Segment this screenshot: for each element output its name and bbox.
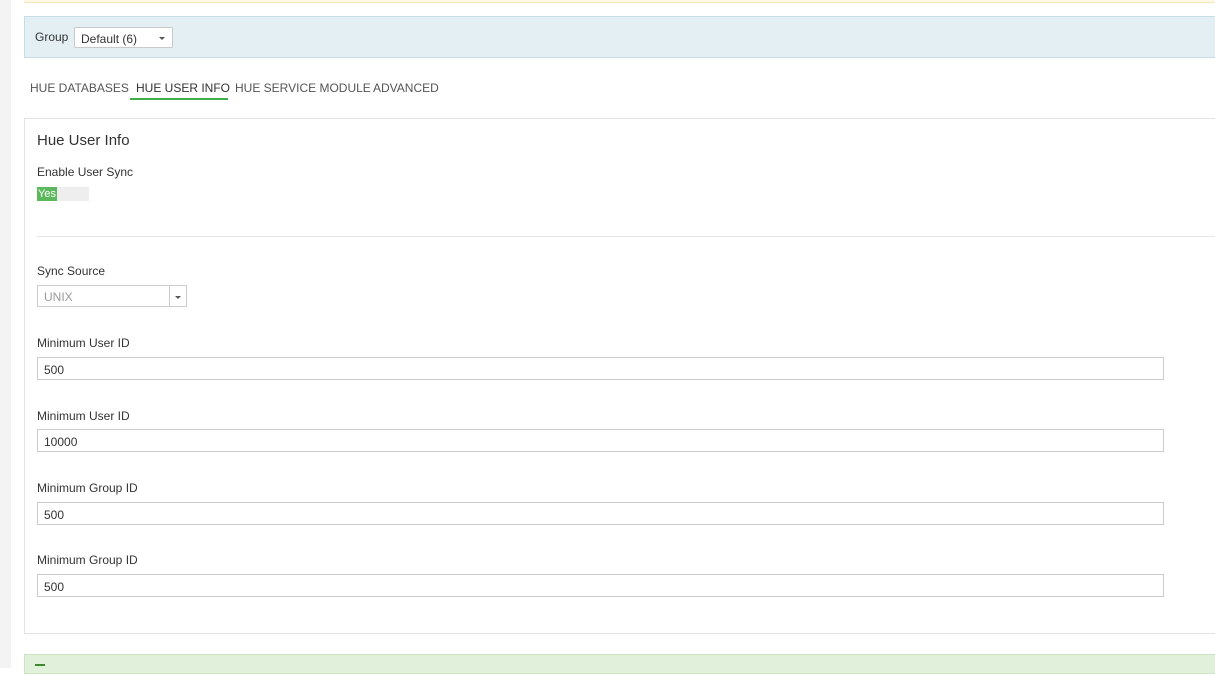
tab-advanced[interactable]: ADVANCED [367,80,445,100]
sync-source-input[interactable]: UNIX [37,285,170,307]
minimum-user-id-value-2: 10000 [44,435,78,449]
minimum-user-id-input-2[interactable]: 10000 [37,429,1164,452]
top-alert-bar [24,0,1215,3]
minimum-group-id-input-2[interactable]: 500 [37,574,1164,597]
panel-title: Hue User Info [37,132,130,149]
group-label: Group [35,30,69,44]
minimum-user-id-value: 500 [44,363,65,377]
success-bar [24,654,1215,674]
minimum-group-id-label: Minimum Group ID [37,481,138,495]
tab-hue-service-module[interactable]: HUE SERVICE MODULE [229,80,377,100]
sync-source-label: Sync Source [37,264,106,278]
chevron-down-icon [175,296,181,299]
divider [37,236,1215,237]
minimum-group-id-value: 500 [44,508,65,522]
minimum-user-id-label: Minimum User ID [37,336,130,350]
minimum-group-id-value-2: 500 [44,580,65,594]
enable-user-sync-toggle[interactable]: Yes [37,187,89,201]
sync-source-placeholder: UNIX [44,290,73,304]
minimum-group-id-label-2: Minimum Group ID [37,553,138,567]
enable-user-sync-label: Enable User Sync [37,165,134,179]
left-rail [0,0,11,668]
group-select[interactable]: Default (6) [74,27,173,48]
group-bar: Group Default (6) [24,16,1215,58]
minimum-user-id-input[interactable]: 500 [37,357,1164,380]
minimum-user-id-label-2: Minimum User ID [37,409,130,423]
hue-user-info-panel: Hue User Info Enable User Sync Yes Sync … [24,118,1215,634]
tab-hue-databases[interactable]: HUE DATABASES [24,80,135,100]
sync-source-dropdown-button[interactable] [169,285,187,307]
group-select-value: Default (6) [81,32,138,46]
tab-hue-user-info[interactable]: HUE USER INFO [130,80,230,100]
toggle-on-label: Yes [37,187,57,201]
minimum-group-id-input[interactable]: 500 [37,502,1164,525]
chevron-down-icon [159,37,165,40]
check-icon [35,664,45,672]
